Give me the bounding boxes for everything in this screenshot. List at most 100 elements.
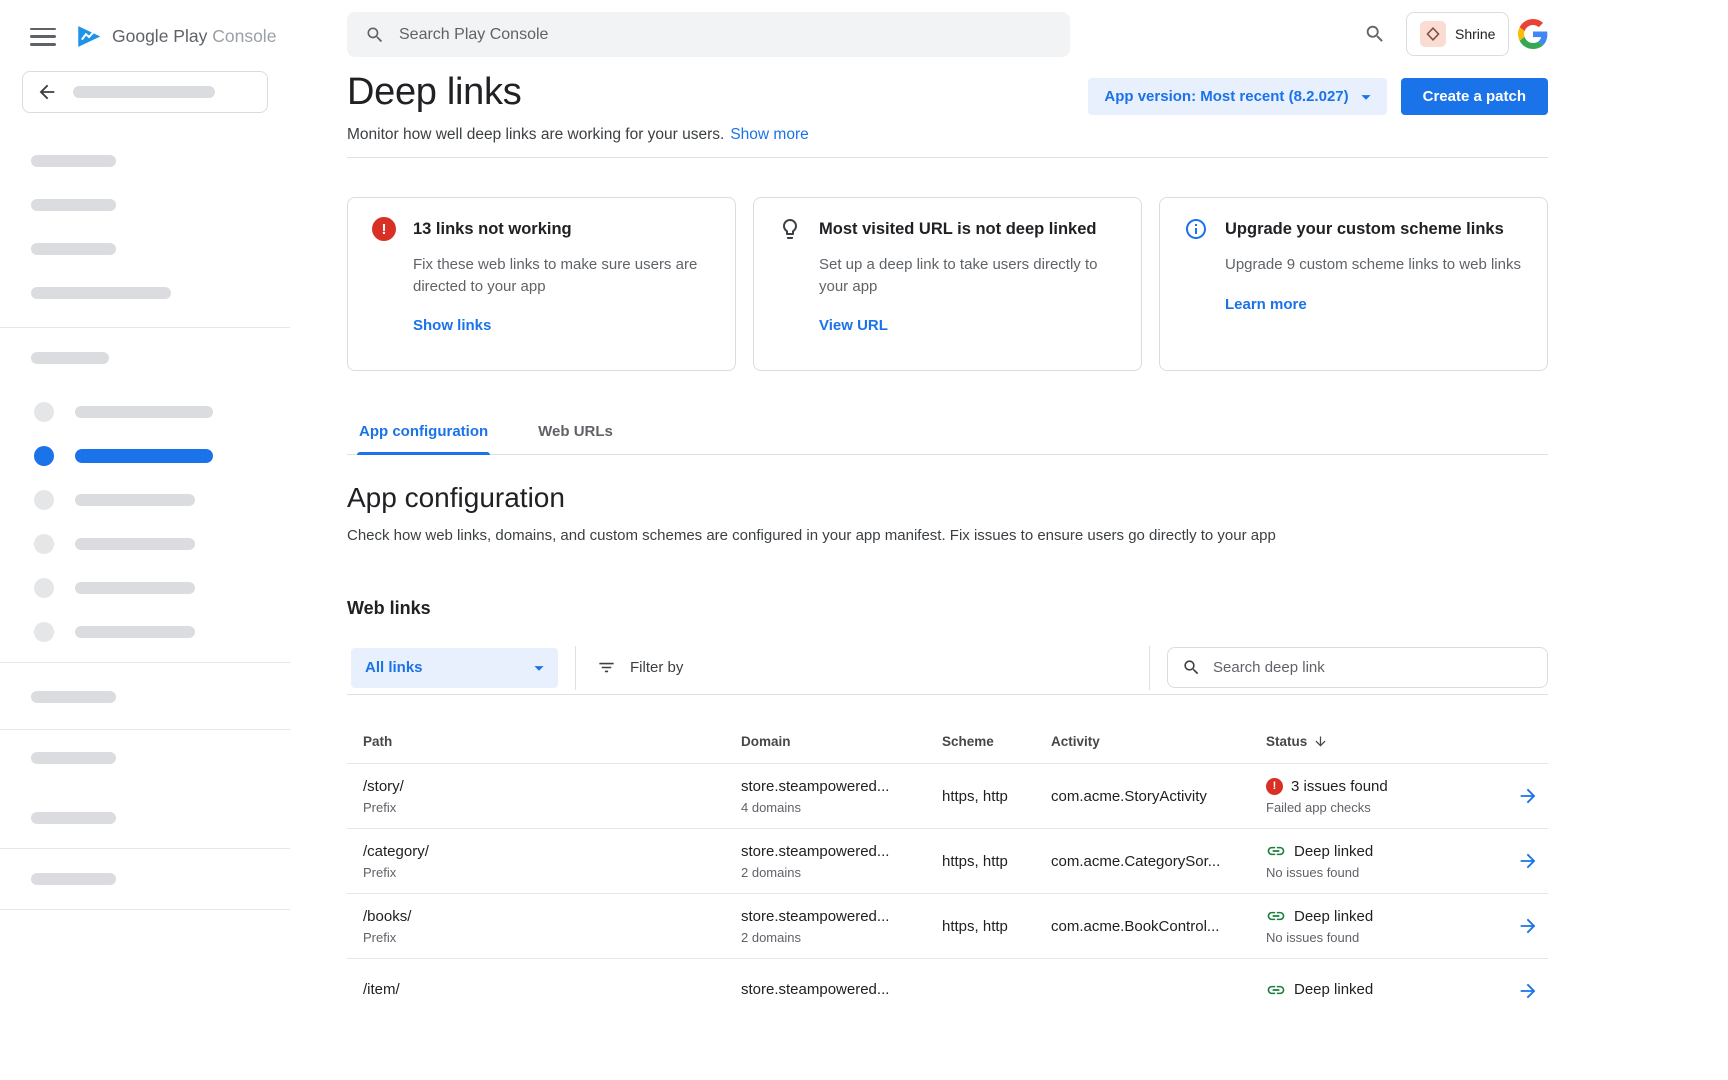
status-detail: No issues found — [1266, 929, 1508, 946]
path-value: /story/ — [363, 777, 741, 796]
section-title: App configuration — [347, 481, 1548, 515]
sidebar-divider — [0, 848, 290, 849]
scheme-value: https, http — [942, 852, 1051, 871]
activity-value: com.acme.BookControl... — [1051, 917, 1266, 936]
row-detail-arrow[interactable] — [1508, 850, 1548, 872]
skeleton-bar — [73, 86, 215, 98]
sidebar-item[interactable] — [0, 736, 290, 780]
table-row[interactable]: /story/ Prefix store.steampowered... 4 d… — [347, 763, 1548, 828]
sidebar-item[interactable] — [0, 566, 290, 610]
section-description: Check how web links, domains, and custom… — [347, 525, 1548, 546]
activity-value: com.acme.StoryActivity — [1051, 787, 1266, 806]
arrow-forward-icon — [1517, 850, 1539, 872]
filter-by-label: Filter by — [630, 659, 683, 676]
arrow-forward-icon — [1517, 785, 1539, 807]
app-switcher-label: Shrine — [1455, 26, 1495, 42]
web-links-title: Web links — [347, 598, 1548, 619]
error-icon: ! — [372, 217, 396, 241]
deep-link-search-bar[interactable] — [1167, 647, 1548, 688]
sidebar-item-active[interactable] — [0, 434, 290, 478]
sidebar-item[interactable] — [0, 796, 290, 840]
sidebar-item[interactable] — [0, 139, 290, 183]
tab-app-configuration[interactable]: App configuration — [357, 417, 490, 454]
sidebar-item[interactable] — [0, 227, 290, 271]
row-detail-arrow[interactable] — [1508, 980, 1548, 1002]
column-header-path: Path — [363, 734, 741, 749]
play-logo-icon — [76, 24, 103, 49]
domain-value: store.steampowered... — [741, 842, 942, 861]
sidebar-item[interactable] — [0, 336, 290, 380]
sort-descending-icon — [1313, 734, 1328, 749]
domain-value: store.steampowered... — [741, 907, 942, 926]
table-row[interactable]: /category/ Prefix store.steampowered... … — [347, 828, 1548, 893]
table-header-row: Path Domain Scheme Activity Status — [347, 695, 1548, 763]
sidebar-divider — [0, 327, 290, 328]
global-search-input[interactable] — [399, 26, 1052, 44]
sidebar-divider — [0, 662, 290, 663]
path-value: /category/ — [363, 842, 741, 861]
sidebar-item[interactable] — [0, 390, 290, 434]
column-header-status[interactable]: Status — [1266, 734, 1508, 749]
show-more-link[interactable]: Show more — [730, 126, 808, 143]
row-detail-arrow[interactable] — [1508, 785, 1548, 807]
main-content: Deep links Monitor how well deep links a… — [347, 64, 1548, 1023]
global-search-bar[interactable] — [347, 12, 1070, 57]
status-value: 3 issues found — [1291, 777, 1388, 796]
logo-text: Google Play Console — [112, 26, 276, 47]
row-detail-arrow[interactable] — [1508, 915, 1548, 937]
sidebar-item[interactable] — [0, 610, 290, 654]
page-header: Deep links Monitor how well deep links a… — [347, 64, 1548, 145]
card-title: Upgrade your custom scheme links — [1225, 220, 1504, 239]
deep-link-search-input[interactable] — [1213, 659, 1533, 676]
sidebar-divider — [0, 729, 290, 730]
sidebar-item[interactable] — [0, 183, 290, 227]
status-detail: Failed app checks — [1266, 799, 1508, 816]
links-filter-value: All links — [365, 659, 423, 676]
sidebar-item[interactable] — [0, 271, 290, 315]
tab-bar: App configuration Web URLs — [347, 417, 1548, 455]
status-cell: ! Deep linked No issues found — [1266, 906, 1508, 946]
domain-count: 2 domains — [741, 929, 942, 946]
back-arrow-icon — [36, 81, 58, 103]
links-filter-select[interactable]: All links — [351, 648, 558, 688]
sidebar-item[interactable] — [0, 675, 290, 719]
sidebar-item[interactable] — [0, 522, 290, 566]
secondary-search-icon[interactable] — [1364, 23, 1386, 50]
show-links-link[interactable]: Show links — [413, 317, 491, 334]
create-patch-button[interactable]: Create a patch — [1401, 78, 1548, 115]
domain-count: 2 domains — [741, 864, 942, 881]
status-value: Deep linked — [1294, 842, 1373, 861]
card-upgrade-schemes: Upgrade your custom scheme links Upgrade… — [1159, 197, 1548, 371]
app-version-dropdown[interactable]: App version: Most recent (8.2.027) — [1088, 78, 1386, 115]
card-body: Fix these web links to make sure users a… — [413, 254, 711, 297]
chevron-down-icon — [528, 657, 550, 679]
table-row[interactable]: /books/ Prefix store.steampowered... 2 d… — [347, 893, 1548, 958]
table-row[interactable]: /item/ store.steampowered... ! Deep link… — [347, 958, 1548, 1023]
menu-icon[interactable] — [30, 28, 56, 46]
status-value: Deep linked — [1294, 980, 1373, 999]
domain-count: 4 domains — [741, 799, 942, 816]
lightbulb-icon — [778, 217, 802, 241]
app-switcher-chip[interactable]: Shrine — [1406, 12, 1509, 56]
status-cell: ! Deep linked — [1266, 980, 1508, 1003]
status-cell: ! Deep linked No issues found — [1266, 841, 1508, 881]
path-type: Prefix — [363, 799, 741, 816]
status-detail: No issues found — [1266, 864, 1508, 881]
back-navigation[interactable] — [22, 71, 268, 113]
path-value: /item/ — [363, 980, 741, 999]
card-most-visited-url: Most visited URL is not deep linked Set … — [753, 197, 1142, 371]
activity-value: com.acme.CategorySor... — [1051, 852, 1266, 871]
sidebar-item[interactable] — [0, 857, 290, 901]
tab-web-urls[interactable]: Web URLs — [536, 417, 615, 454]
status-value: Deep linked — [1294, 907, 1373, 926]
learn-more-link[interactable]: Learn more — [1225, 296, 1307, 313]
sidebar-item[interactable] — [0, 478, 290, 522]
column-header-domain: Domain — [741, 734, 942, 749]
filter-by-button[interactable]: Filter by — [597, 658, 683, 677]
view-url-link[interactable]: View URL — [819, 317, 888, 334]
chevron-down-icon — [1355, 86, 1377, 108]
sidebar-divider — [0, 909, 290, 910]
path-type: Prefix — [363, 929, 741, 946]
google-play-console-logo[interactable]: Google Play Console — [76, 24, 276, 49]
google-account-avatar[interactable] — [1518, 19, 1548, 49]
